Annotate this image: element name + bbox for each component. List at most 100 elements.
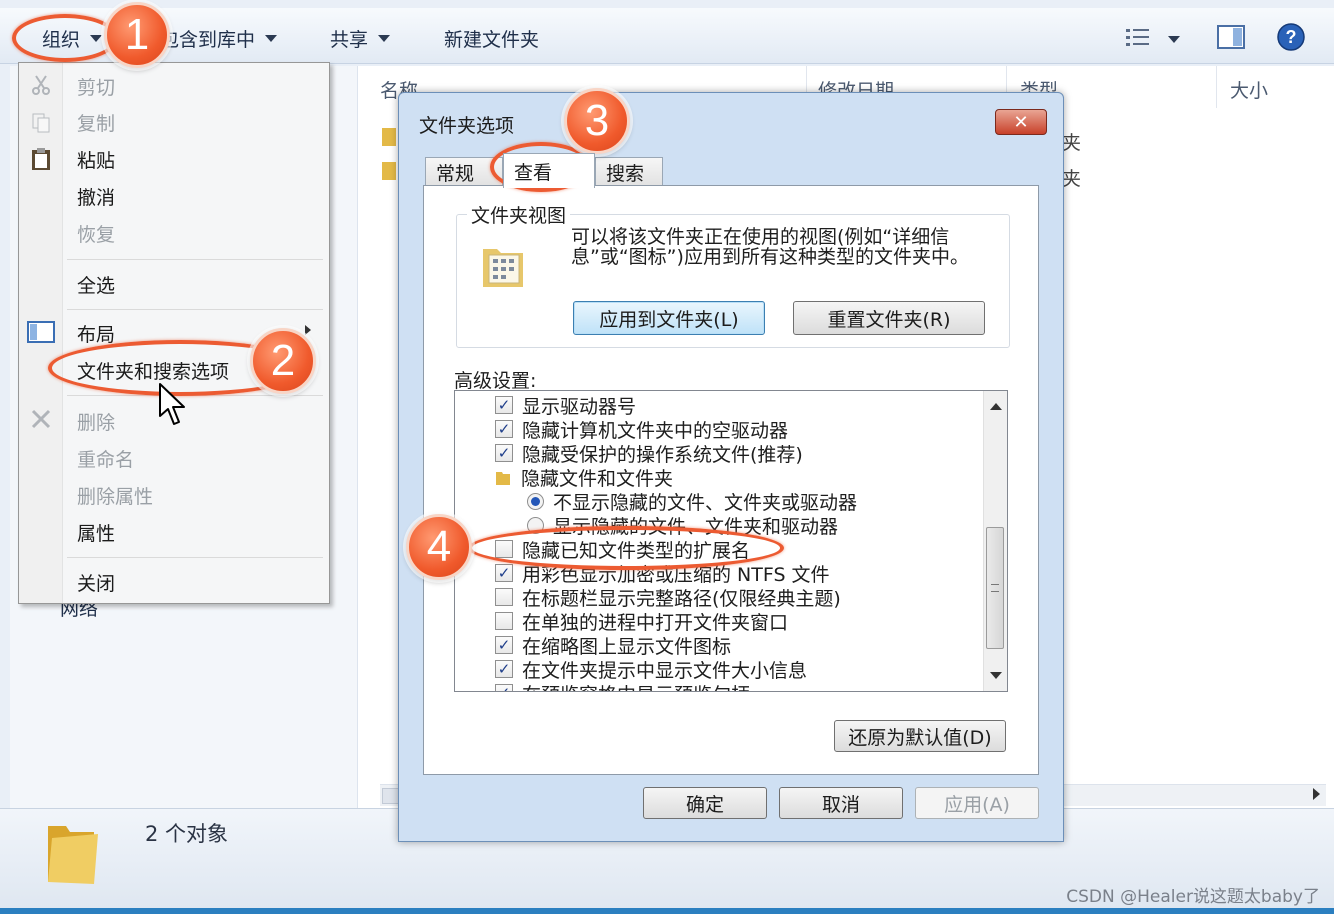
menu-separator — [67, 557, 323, 558]
menu-item-copy[interactable]: 复制 — [77, 109, 115, 136]
setting-thumbnail-icons[interactable]: ✓ 在缩略图上显示文件图标 — [495, 633, 732, 658]
scroll-up-arrow-icon[interactable] — [990, 403, 1002, 410]
button-label: 确定 — [685, 793, 724, 816]
menu-item-redo[interactable]: 恢复 — [77, 220, 115, 247]
setting-label: 不显示隐藏的文件、文件夹或驱动器 — [553, 491, 858, 514]
checkbox-checked[interactable]: ✓ — [495, 636, 513, 654]
checkbox-checked[interactable]: ✓ — [495, 444, 513, 462]
menu-separator — [67, 259, 323, 260]
scroll-down-arrow-icon[interactable] — [990, 672, 1002, 679]
dialog-title: 文件夹选项 — [419, 115, 515, 137]
radio-selected[interactable] — [527, 492, 544, 510]
view-list-icon[interactable] — [1124, 26, 1188, 57]
file-type-cell: 夹 — [1062, 132, 1082, 154]
apply-to-folders-button[interactable]: 应用到文件夹(L) — [573, 301, 765, 335]
cancel-button[interactable]: 取消 — [779, 787, 903, 819]
submenu-arrow-icon — [305, 325, 311, 335]
clipboard-icon — [29, 147, 53, 171]
column-header-size[interactable]: 大小 — [1230, 76, 1268, 103]
setting-full-path-title[interactable]: 在标题栏显示完整路径(仅限经典主题) — [495, 585, 841, 610]
menu-item-delete[interactable]: 删除 — [77, 408, 115, 435]
menu-item-paste[interactable]: 粘贴 — [77, 146, 115, 173]
svg-text:?: ? — [1286, 27, 1297, 47]
scrollbar-thumb[interactable] — [986, 527, 1004, 649]
button-label: 应用到文件夹(L) — [599, 308, 739, 331]
checkbox-checked[interactable]: ✓ — [495, 684, 513, 691]
folder-icon — [44, 818, 100, 886]
setting-label: 在文件夹提示中显示文件大小信息 — [522, 659, 808, 682]
checkbox-checked[interactable]: ✓ — [495, 420, 513, 438]
menu-item-properties[interactable]: 属性 — [77, 519, 115, 546]
folder-view-legend: 文件夹视图 — [467, 201, 571, 228]
highlight-ring-organize — [12, 14, 118, 62]
scissors-icon — [29, 73, 53, 97]
button-label: 应用(A) — [944, 793, 1010, 816]
checkbox-unchecked[interactable] — [495, 588, 513, 606]
step-number: 1 — [124, 10, 150, 59]
setting-hide-protected-files[interactable]: ✓ 隐藏受保护的操作系统文件(推荐) — [495, 441, 803, 466]
highlight-ring-hide-extensions — [468, 526, 784, 570]
ok-button[interactable]: 确定 — [643, 787, 767, 819]
setting-label: 在预览窗格中显示预览句柄 — [522, 680, 750, 692]
setting-dont-show-hidden[interactable]: 不显示隐藏的文件、文件夹或驱动器 — [527, 489, 858, 514]
step-number: 3 — [584, 96, 610, 145]
setting-group-hidden-files: 隐藏文件和文件夹 — [495, 465, 674, 490]
column-divider[interactable] — [1216, 66, 1217, 108]
checkbox-checked[interactable]: ✓ — [495, 660, 513, 678]
folder-options-dialog: 文件夹选项 ✕ 常规 查看 搜索 文件夹视图 可以将该文件夹正在使用的视图(例如… — [398, 92, 1064, 842]
apply-button[interactable]: 应用(A) — [915, 787, 1039, 819]
menu-item-remove-properties[interactable]: 删除属性 — [77, 482, 153, 509]
menu-item-undo[interactable]: 撤消 — [77, 183, 115, 210]
vertical-scrollbar[interactable] — [983, 391, 1007, 691]
mouse-pointer-icon — [158, 382, 188, 428]
menu-item-close[interactable]: 关闭 — [77, 569, 115, 596]
checkbox-unchecked[interactable] — [495, 612, 513, 630]
setting-label: 显示驱动器号 — [522, 395, 637, 418]
button-label: 重置文件夹(R) — [827, 308, 951, 331]
setting-label: 在单独的进程中打开文件夹窗口 — [522, 611, 789, 634]
step-number: 2 — [270, 336, 296, 385]
button-label: 取消 — [821, 793, 860, 816]
step-badge-2: 2 — [250, 328, 316, 394]
help-icon[interactable]: ? — [1276, 22, 1306, 57]
taskbar-edge — [0, 908, 1334, 914]
restore-defaults-button[interactable]: 还原为默认值(D) — [834, 720, 1006, 752]
setting-label: 隐藏文件和文件夹 — [521, 467, 674, 490]
menu-item-layout[interactable]: 布局 — [77, 320, 115, 347]
folder-icon — [495, 469, 511, 485]
tab-search[interactable]: 搜索 — [595, 157, 663, 187]
setting-label: 在缩略图上显示文件图标 — [522, 635, 732, 658]
scroll-right-arrow-icon[interactable] — [1313, 788, 1320, 800]
include-library-button[interactable]: 包含到库中 — [160, 24, 278, 52]
reset-folders-button[interactable]: 重置文件夹(R) — [793, 301, 985, 335]
folder-view-group: 文件夹视图 可以将该文件夹正在使用的视图(例如“详细信息”或“图标”)应用到所有… — [456, 201, 1010, 348]
chevron-down-icon — [265, 34, 278, 42]
include-library-label: 包含到库中 — [160, 28, 256, 51]
tab-label: 常规 — [436, 163, 475, 185]
setting-label: 在标题栏显示完整路径(仅限经典主题) — [522, 587, 841, 610]
button-label: 还原为默认值(D) — [848, 726, 992, 749]
menu-item-cut[interactable]: 剪切 — [77, 73, 115, 100]
menu-item-rename[interactable]: 重命名 — [77, 445, 134, 472]
setting-label: 隐藏受保护的操作系统文件(推荐) — [522, 443, 803, 466]
setting-show-drive-letters[interactable]: ✓ 显示驱动器号 — [495, 393, 637, 418]
tab-view[interactable]: 查看 — [503, 153, 595, 188]
step-badge-3: 3 — [564, 88, 630, 154]
checkbox-checked[interactable]: ✓ — [495, 396, 513, 414]
file-type-cell: 夹 — [1062, 168, 1082, 190]
grip-icon — [991, 584, 999, 592]
setting-hide-empty-drives[interactable]: ✓ 隐藏计算机文件夹中的空驱动器 — [495, 417, 788, 442]
menu-item-select-all[interactable]: 全选 — [77, 271, 115, 298]
view-tab-panel: 文件夹视图 可以将该文件夹正在使用的视图(例如“详细信息”或“图标”)应用到所有… — [423, 185, 1039, 775]
close-button[interactable]: ✕ — [995, 109, 1047, 135]
share-button[interactable]: 共享 — [330, 24, 391, 52]
close-icon: ✕ — [1013, 111, 1029, 133]
setting-folder-size-tips[interactable]: ✓ 在文件夹提示中显示文件大小信息 — [495, 657, 808, 682]
preview-pane-icon[interactable] — [1216, 24, 1246, 55]
advanced-settings-label: 高级设置: — [454, 370, 537, 392]
checkbox-checked[interactable]: ✓ — [495, 564, 513, 582]
step-number: 4 — [426, 522, 452, 571]
new-folder-button[interactable]: 新建文件夹 — [444, 24, 539, 52]
setting-separate-process[interactable]: 在单独的进程中打开文件夹窗口 — [495, 609, 789, 634]
setting-preview-handlers[interactable]: ✓ 在预览窗格中显示预览句柄 — [495, 680, 750, 692]
